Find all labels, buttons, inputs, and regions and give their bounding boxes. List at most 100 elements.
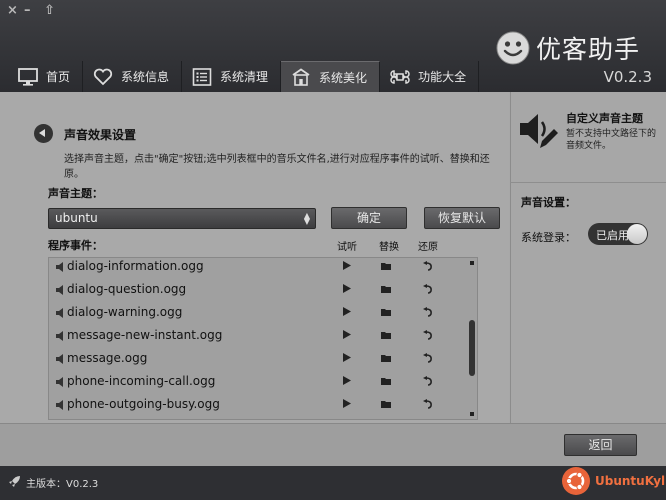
maximize-button[interactable]: ⇧ (44, 3, 55, 18)
smiley-logo-icon (496, 31, 530, 65)
folder-icon[interactable] (381, 262, 391, 270)
back-arrow-icon[interactable] (34, 124, 53, 143)
header: × – ⇧ 优客助手 V0.2.3 首页 系统信息 系统清理 系统美化 功能大全 (0, 0, 666, 92)
undo-icon[interactable] (423, 284, 433, 294)
event-file-name: phone-outgoing-busy.ogg (67, 397, 220, 411)
undo-icon[interactable] (423, 353, 433, 363)
folder-icon[interactable] (381, 285, 391, 293)
undo-icon[interactable] (423, 330, 433, 340)
system-login-label: 系统登录： (521, 231, 576, 244)
speaker-edit-icon[interactable] (518, 110, 558, 150)
folder-icon[interactable] (381, 331, 391, 339)
toggle-knob (627, 224, 647, 244)
event-file-name: dialog-information.ogg (67, 259, 204, 273)
folder-icon[interactable] (381, 400, 391, 408)
events-list: dialog-information.ogg dialog-question.o… (48, 257, 478, 420)
command-icon (390, 69, 410, 84)
speaker-icon (56, 377, 63, 387)
brand-logo: 优客助手 (496, 30, 640, 66)
undo-icon[interactable] (423, 307, 433, 317)
event-file-name: dialog-question.ogg (67, 282, 187, 296)
list-item[interactable]: phone-incoming-call.ogg (49, 371, 467, 394)
heart-icon (93, 68, 113, 85)
list-item[interactable]: dialog-question.ogg (49, 279, 467, 302)
list-icon (192, 67, 212, 86)
play-icon[interactable] (343, 284, 351, 293)
ubuntukylin-logo: UbuntuKylin (561, 466, 666, 496)
list-item[interactable]: dialog-information.ogg (49, 258, 467, 279)
brand-name: 优客助手 (536, 35, 641, 64)
custom-theme-desc: 暂不支持中文路径下的音频文件。 (566, 129, 657, 151)
custom-theme-title[interactable]: 自定义声音主题 (566, 110, 643, 126)
minimize-button[interactable]: – (24, 3, 31, 18)
column-listen: 试听 (337, 242, 357, 253)
play-icon[interactable] (343, 261, 351, 270)
folder-icon[interactable] (381, 308, 391, 316)
undo-icon[interactable] (423, 376, 433, 386)
main-content: 声音效果设置 选择声音主题，点击"确定"按钮;选中列表框中的音乐文件名,进行对应… (0, 92, 666, 467)
list-item[interactable]: dialog-warning.ogg (49, 302, 467, 325)
tab-label: 首页 (46, 70, 71, 84)
ubuntukylin-text: UbuntuKylin (595, 474, 666, 488)
footer-bar: 返回 (0, 423, 666, 467)
list-item[interactable]: phone-outgoing-busy.ogg (49, 394, 467, 417)
ubuntu-logo-icon (562, 467, 590, 495)
event-file-name: message-new-instant.ogg (67, 328, 223, 342)
folder-icon[interactable] (381, 377, 391, 385)
undo-icon[interactable] (423, 399, 433, 409)
undo-icon[interactable] (423, 261, 433, 271)
play-icon[interactable] (343, 330, 351, 339)
folder-icon[interactable] (381, 354, 391, 362)
divider (510, 182, 666, 183)
play-icon[interactable] (343, 376, 351, 385)
toggle-text: 已启用 (596, 229, 629, 242)
theme-select[interactable]: ubuntu ▲ ▼ (48, 208, 316, 229)
nav-tabs: 首页 系统信息 系统清理 系统美化 功能大全 (8, 61, 480, 92)
app-window: × – ⇧ 优客助手 V0.2.3 首页 系统信息 系统清理 系统美化 功能大全… (0, 0, 666, 500)
tab-label: 功能大全 (418, 70, 467, 84)
select-arrows-icon: ▲ ▼ (303, 211, 310, 226)
tab-label: 系统信息 (121, 70, 170, 84)
list-item[interactable]: message.ogg (49, 348, 467, 371)
scrollbar-thumb[interactable] (469, 320, 475, 376)
section-title: 声音效果设置 (64, 128, 137, 142)
list-item[interactable]: message-new-instant.ogg (49, 325, 467, 348)
column-replace: 替换 (379, 242, 399, 253)
speaker-icon (56, 262, 63, 272)
tab-functions[interactable]: 功能大全 (380, 61, 480, 92)
speaker-icon (56, 308, 63, 318)
speaker-icon (56, 400, 63, 410)
tab-home[interactable]: 首页 (8, 61, 84, 92)
main-version-label: 主版本：V0.2.3 (26, 479, 99, 490)
tab-system-info[interactable]: 系统信息 (83, 61, 183, 92)
play-icon[interactable] (343, 307, 351, 316)
speaker-icon (56, 331, 63, 341)
section-subtitle: 选择声音主题，点击"确定"按钮;选中列表框中的音乐文件名,进行对应程序事件的试听… (64, 154, 490, 180)
home-icon (292, 68, 310, 86)
confirm-button[interactable]: 确定 (331, 207, 407, 229)
theme-label: 声音主题： (48, 187, 103, 200)
monitor-icon (18, 67, 38, 86)
tab-label: 系统清理 (220, 70, 269, 84)
column-revert: 还原 (418, 242, 438, 253)
play-icon[interactable] (343, 399, 351, 408)
sound-settings-label: 声音设置： (521, 196, 576, 209)
play-icon[interactable] (343, 353, 351, 362)
tab-system-beautify[interactable]: 系统美化 (281, 61, 381, 92)
sound-settings-panel: 声音效果设置 选择声音主题，点击"确定"按钮;选中列表框中的音乐文件名,进行对应… (0, 92, 509, 423)
tab-system-clean[interactable]: 系统清理 (182, 61, 282, 92)
system-login-toggle[interactable]: 已启用 (588, 223, 648, 245)
tab-label: 系统美化 (319, 70, 368, 85)
event-file-name: dialog-warning.ogg (67, 305, 183, 319)
event-file-name: phone-incoming-call.ogg (67, 374, 216, 388)
back-button[interactable]: 返回 (564, 434, 637, 456)
version-label: V0.2.3 (603, 68, 652, 86)
theme-select-value: ubuntu (55, 211, 98, 225)
event-file-name: message.ogg (67, 351, 148, 365)
restore-default-button[interactable]: 恢复默认 (424, 207, 500, 229)
scroll-up-icon[interactable] (470, 261, 474, 265)
scroll-down-icon[interactable] (470, 412, 474, 416)
speaker-icon (56, 285, 63, 295)
close-button[interactable]: × (7, 3, 18, 18)
speaker-icon (56, 354, 63, 364)
